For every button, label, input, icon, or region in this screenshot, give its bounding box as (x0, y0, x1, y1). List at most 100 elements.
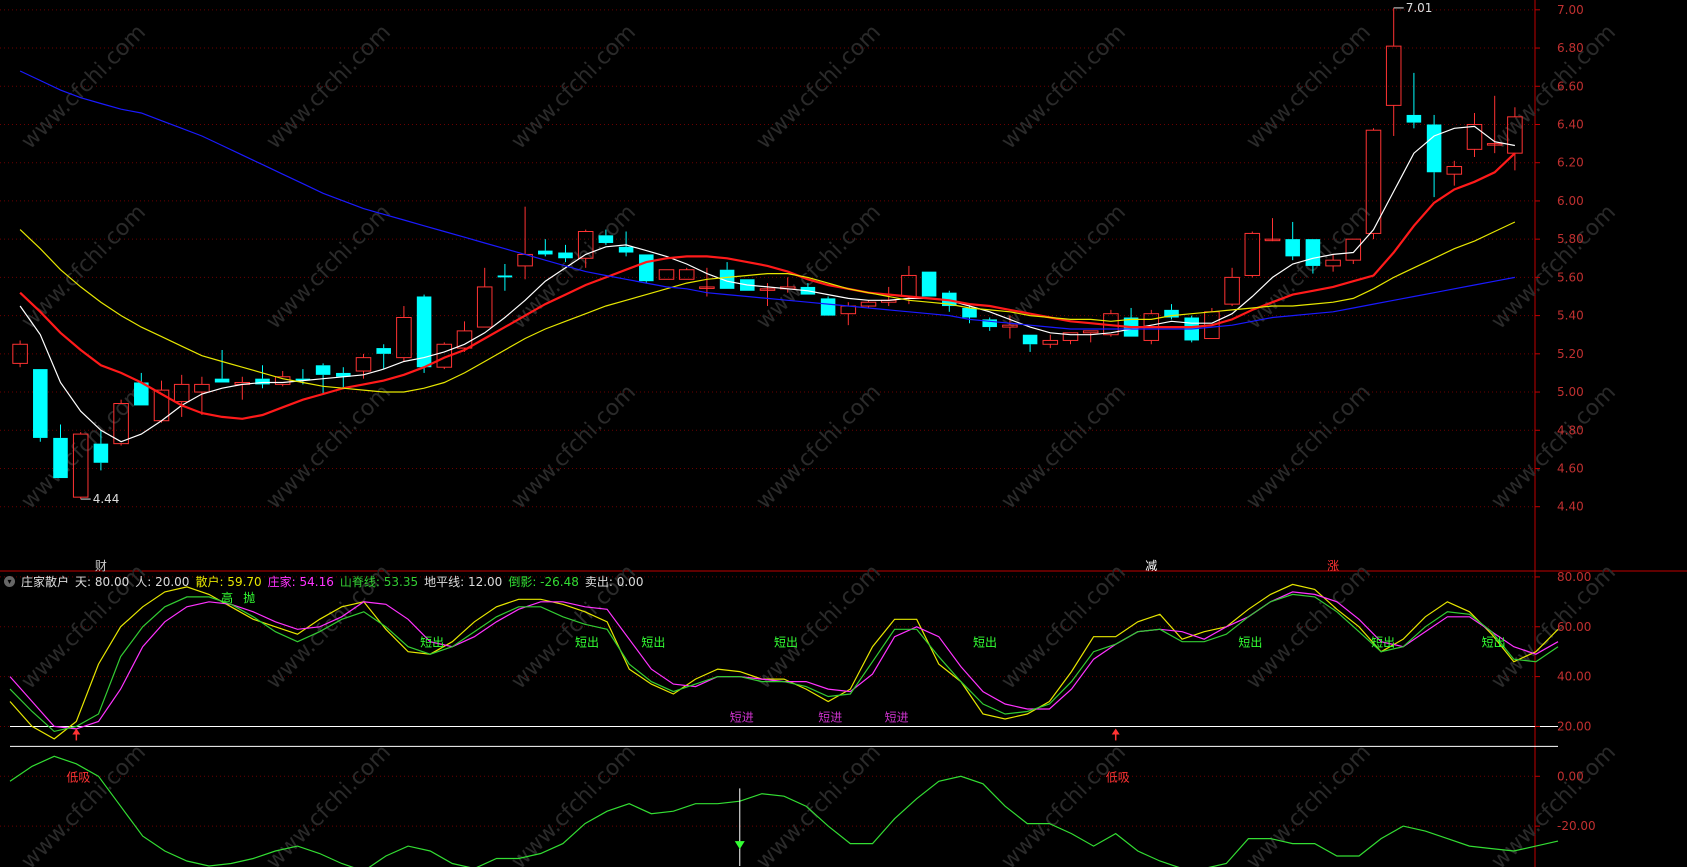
y-tick-label: 60.00 (1557, 620, 1591, 634)
candle-body (921, 271, 937, 297)
signal-label: 短进 (885, 710, 909, 724)
candle-body (1285, 239, 1300, 257)
indicator-legend: ▾ 庄家散户 天: 80.00 人: 20.00 散户: 59.70 庄家: 54.16… (4, 573, 649, 589)
candle-body (1385, 45, 1402, 106)
watermark: www.cfchi.com (1487, 380, 1621, 514)
candle-body (476, 286, 493, 328)
candle-body (93, 443, 109, 463)
collapse-icon[interactable]: ▾ (4, 575, 15, 587)
candle-body (1224, 276, 1240, 305)
candle-body (456, 330, 473, 349)
y-tick-label: 4.40 (1557, 500, 1584, 514)
y-tick-label: 5.20 (1557, 347, 1584, 361)
signal-label: 高 (221, 590, 233, 605)
candle-body (840, 305, 857, 315)
watermark: www.cfchi.com (1242, 380, 1376, 514)
watermark: www.cfchi.com (1242, 560, 1376, 694)
candle-body (1446, 166, 1463, 175)
watermark: www.cfchi.com (752, 380, 886, 514)
sell-marker-head (734, 841, 745, 850)
candle-body (538, 250, 553, 255)
candle-body (173, 383, 190, 403)
signal-label: 短进 (818, 710, 842, 724)
candle-body (355, 357, 372, 372)
candle-body (860, 301, 877, 307)
legend-entry: 倒影: -26.48 (508, 574, 579, 589)
y-tick-label: 80.00 (1557, 570, 1591, 584)
watermark: www.cfchi.com (1487, 740, 1621, 867)
candle-body (1305, 239, 1321, 266)
candle-body (1082, 330, 1099, 334)
buy-arrow-head (1111, 728, 1120, 735)
legend-entry: 卖出: 0.00 (584, 574, 644, 589)
y-tick-label: 20.00 (1557, 719, 1591, 733)
y-tick-label: 5.00 (1557, 385, 1584, 399)
y-tick-label: 4.60 (1557, 461, 1584, 475)
candle-body (901, 274, 917, 297)
watermark: www.cfchi.com (262, 740, 396, 867)
signal-marker: 涨 (1327, 558, 1339, 573)
y-tick-label: 6.60 (1557, 79, 1584, 93)
legend-entry: 庄家散户 (21, 574, 70, 589)
candle-body (1406, 114, 1422, 123)
price-annotation: 4.44 (93, 492, 120, 506)
candle-body (33, 369, 48, 438)
watermark: www.cfchi.com (507, 380, 641, 514)
y-tick-label: 5.40 (1557, 309, 1584, 323)
watermark: www.cfchi.com (262, 20, 396, 154)
watermark: www.cfchi.com (262, 380, 396, 514)
signal-label: 短出 (774, 636, 798, 650)
y-tick-label: 6.00 (1557, 194, 1584, 208)
candle-body (497, 275, 513, 278)
buy-arrow-head (72, 728, 81, 735)
y-tick-label: 7.00 (1557, 3, 1584, 17)
chart-window: www.cfchi.com www.cfchi.com www.cfchi.com w… (0, 0, 1687, 867)
candle-body (194, 383, 210, 393)
y-tick-label: 6.80 (1557, 41, 1584, 55)
watermark: www.cfchi.com (997, 20, 1131, 154)
watermark: www.cfchi.com (997, 380, 1131, 514)
watermark: www.cfchi.com (262, 200, 396, 334)
candle-body (962, 307, 977, 318)
signal-label: 低吸 (66, 770, 90, 784)
y-tick-label: -20.00 (1557, 819, 1596, 833)
signal-marker: 财 (95, 559, 107, 573)
signal-marker: 减 (1145, 559, 1157, 573)
signal-label: 短出 (1482, 636, 1506, 650)
watermark: www.cfchi.com (17, 200, 151, 334)
candle-body (1022, 334, 1038, 345)
candle-body (1466, 123, 1483, 150)
watermark: www.cfchi.com (997, 740, 1131, 867)
legend-entry: 地平线: 12.00 (424, 574, 503, 589)
candle-body (1426, 124, 1442, 173)
y-tick-label: 5.60 (1557, 270, 1584, 284)
watermark: www.cfchi.com (507, 740, 641, 867)
signal-label: 短出 (641, 636, 665, 650)
candle-body (53, 437, 68, 479)
signal-label: 短出 (973, 636, 997, 650)
candle-body (678, 269, 695, 280)
watermark: www.cfchi.com (752, 20, 886, 154)
kline-chart[interactable]: www.cfchi.com www.cfchi.com www.cfchi.com w… (0, 0, 1687, 867)
candle-body (558, 252, 573, 259)
candle-body (1244, 232, 1261, 276)
watermark: www.cfchi.com (507, 20, 641, 154)
candle-body (639, 254, 654, 282)
y-tick-label: 40.00 (1557, 670, 1591, 684)
price-annotation: 7.01 (1406, 1, 1433, 15)
y-tick-label: 5.80 (1557, 232, 1584, 246)
watermark: www.cfchi.com (752, 740, 886, 867)
watermark: www.cfchi.com (1487, 20, 1621, 154)
legend-entry: 人: 20.00 (135, 574, 190, 589)
watermark: www.cfchi.com (752, 560, 886, 694)
candle-body (658, 269, 675, 280)
watermark: www.cfchi.com (1487, 200, 1621, 334)
candle-body (820, 298, 836, 316)
candle-body (376, 348, 391, 354)
signal-label: 短出 (1238, 636, 1262, 650)
y-tick-label: 6.20 (1557, 156, 1584, 170)
candle-body (618, 246, 634, 253)
signal-label: 短进 (730, 710, 754, 724)
signal-label: 低吸 (1106, 770, 1130, 784)
y-tick-label: 0.00 (1557, 769, 1584, 783)
